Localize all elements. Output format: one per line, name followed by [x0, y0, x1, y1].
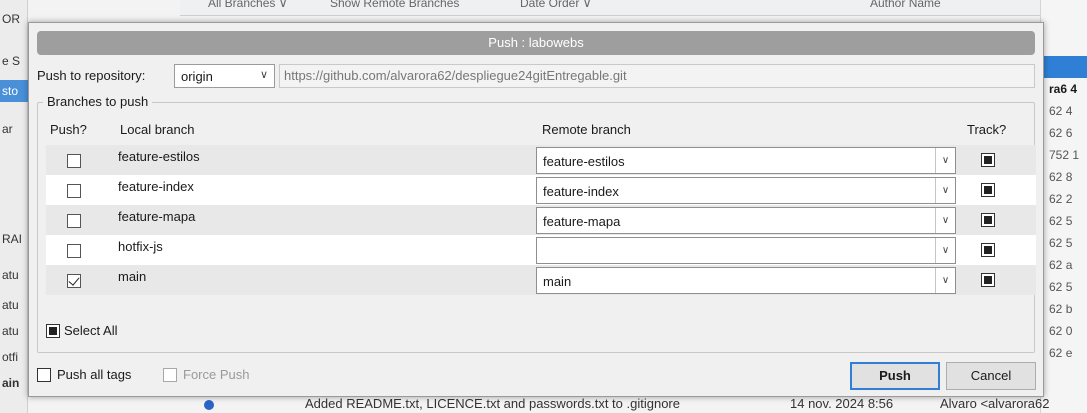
remote-branch-value: feature-estilos [543, 154, 625, 169]
track-checkbox[interactable] [981, 153, 995, 167]
push-checkbox[interactable] [67, 184, 81, 198]
commit-author: 62 2 [1049, 192, 1073, 206]
push-dialog: Push : labowebs Push to repository: orig… [28, 22, 1044, 397]
commit-author: 62 5 [1049, 280, 1073, 294]
chevron-down-icon[interactable]: ∨ [935, 148, 955, 173]
local-branch-name: feature-index [118, 179, 194, 194]
force-push-box [163, 368, 177, 382]
column-remote-branch: Remote branch [542, 122, 631, 137]
background-commit-row: Added README.txt, LICENCE.txt and passwo… [180, 395, 1080, 413]
commit-author: 62 0 [1049, 324, 1073, 338]
sidebar-item: OR [2, 12, 20, 26]
push-to-repository-label: Push to repository: [37, 68, 146, 83]
select-all-box[interactable] [46, 324, 60, 338]
sidebar-item-selected: sto [0, 80, 28, 102]
commit-message: Added README.txt, LICENCE.txt and passwo… [305, 396, 680, 411]
commit-author: ra6 4 [1049, 82, 1078, 96]
commit-author: 62 b [1049, 302, 1073, 316]
chevron-down-icon[interactable]: ∨ [935, 238, 955, 263]
cancel-button[interactable]: Cancel [946, 362, 1036, 390]
table-row: feature-estilos feature-estilos ∨ [46, 145, 1036, 175]
table-row: feature-index feature-index ∨ [46, 175, 1036, 205]
remote-branch-value: feature-index [543, 184, 619, 199]
remote-branch-combo[interactable]: feature-mapa ∨ [536, 207, 956, 234]
commit-author: 62 a [1049, 258, 1073, 272]
commit-author: 62 6 [1049, 126, 1073, 140]
branches-to-push-title: Branches to push [43, 94, 153, 110]
remote-branch-combo[interactable]: feature-estilos ∨ [536, 147, 956, 174]
column-push: Push? [50, 122, 87, 137]
track-checkbox[interactable] [981, 213, 995, 227]
chevron-down-icon[interactable]: ∨ [935, 268, 955, 293]
table-row: main main ∨ [46, 265, 1036, 295]
background-sidebar: OR e S sto ar RAI atu atu atu otfi ain [0, 0, 28, 413]
table-row: hotfix-js ∨ [46, 235, 1036, 265]
table-header: Push? Local branch Remote branch Track? [46, 117, 1036, 145]
push-all-tags-box[interactable] [37, 368, 51, 382]
select-all-label: Select All [64, 323, 118, 338]
track-checkbox[interactable] [981, 243, 995, 257]
local-branch-name: hotfix-js [118, 239, 163, 254]
remote-branch-value: main [543, 274, 572, 289]
chevron-down-icon: ∨ [259, 69, 268, 81]
date-order-select: Date Order ∨ [520, 0, 592, 10]
table-row: feature-mapa feature-mapa ∨ [46, 205, 1036, 235]
push-all-tags-label: Push all tags [57, 367, 132, 382]
push-checkbox[interactable] [67, 154, 81, 168]
background-commit-list: ra6 4 62 4 62 6 752 1 62 8 62 2 62 5 62 … [1040, 0, 1087, 413]
sidebar-item: atu [2, 298, 19, 312]
commit-author: 62 5 [1049, 214, 1073, 228]
column-track: Track? [967, 122, 1007, 137]
chevron-down-icon[interactable]: ∨ [935, 178, 955, 203]
sidebar-item: atu [2, 268, 19, 282]
commit-date: 14 nov. 2024 8:56 [790, 396, 894, 411]
repository-select-value: origin [181, 69, 213, 84]
branches-to-push-group: Branches to push Push? Local branch Remo… [37, 94, 1036, 353]
local-branch-name: feature-mapa [118, 209, 196, 224]
local-branch-name: feature-estilos [118, 149, 200, 164]
force-push-label: Force Push [183, 367, 250, 382]
push-button[interactable]: Push [850, 362, 940, 390]
author-search: Author Name [870, 0, 941, 10]
branch-filter: All Branches ∨ [208, 0, 288, 10]
commit-author: 62 5 [1049, 236, 1073, 250]
chevron-down-icon[interactable]: ∨ [935, 208, 955, 233]
push-checkbox[interactable] [67, 244, 81, 258]
commit-author: 62 8 [1049, 170, 1073, 184]
track-checkbox[interactable] [981, 273, 995, 287]
column-local-branch: Local branch [120, 122, 195, 137]
remote-branch-value: feature-mapa [543, 214, 621, 229]
sidebar-item: atu [2, 324, 19, 338]
remote-branch-combo[interactable]: feature-index ∨ [536, 177, 956, 204]
repository-url-field: https://github.com/alvarora62/despliegue… [279, 64, 1035, 88]
sidebar-item: e S [2, 54, 21, 68]
commit-author: Alvaro <alvarora62 [940, 396, 1050, 411]
remote-branch-combo[interactable]: main ∨ [536, 267, 956, 294]
commit-author: 752 1 [1049, 148, 1080, 162]
track-checkbox[interactable] [981, 183, 995, 197]
commit-author: 62 e [1049, 346, 1073, 360]
sidebar-item: otfi [2, 350, 19, 364]
sidebar-item: RAI [2, 232, 23, 246]
sidebar-item: ar [2, 122, 13, 136]
push-checkbox[interactable] [67, 274, 81, 288]
remote-branch-combo[interactable]: ∨ [536, 237, 956, 264]
repository-select[interactable]: origin ∨ [174, 64, 275, 88]
push-checkbox[interactable] [67, 214, 81, 228]
background-toolbar: All Branches ∨ Show Remote Branches Date… [180, 0, 1040, 16]
local-branch-name: main [118, 269, 147, 284]
show-remote-toggle: Show Remote Branches [330, 0, 460, 10]
commit-author: 62 4 [1049, 104, 1073, 118]
sidebar-item: ain [2, 376, 20, 390]
dialog-title: Push : labowebs [37, 31, 1035, 55]
selected-commit-row [1041, 56, 1087, 78]
